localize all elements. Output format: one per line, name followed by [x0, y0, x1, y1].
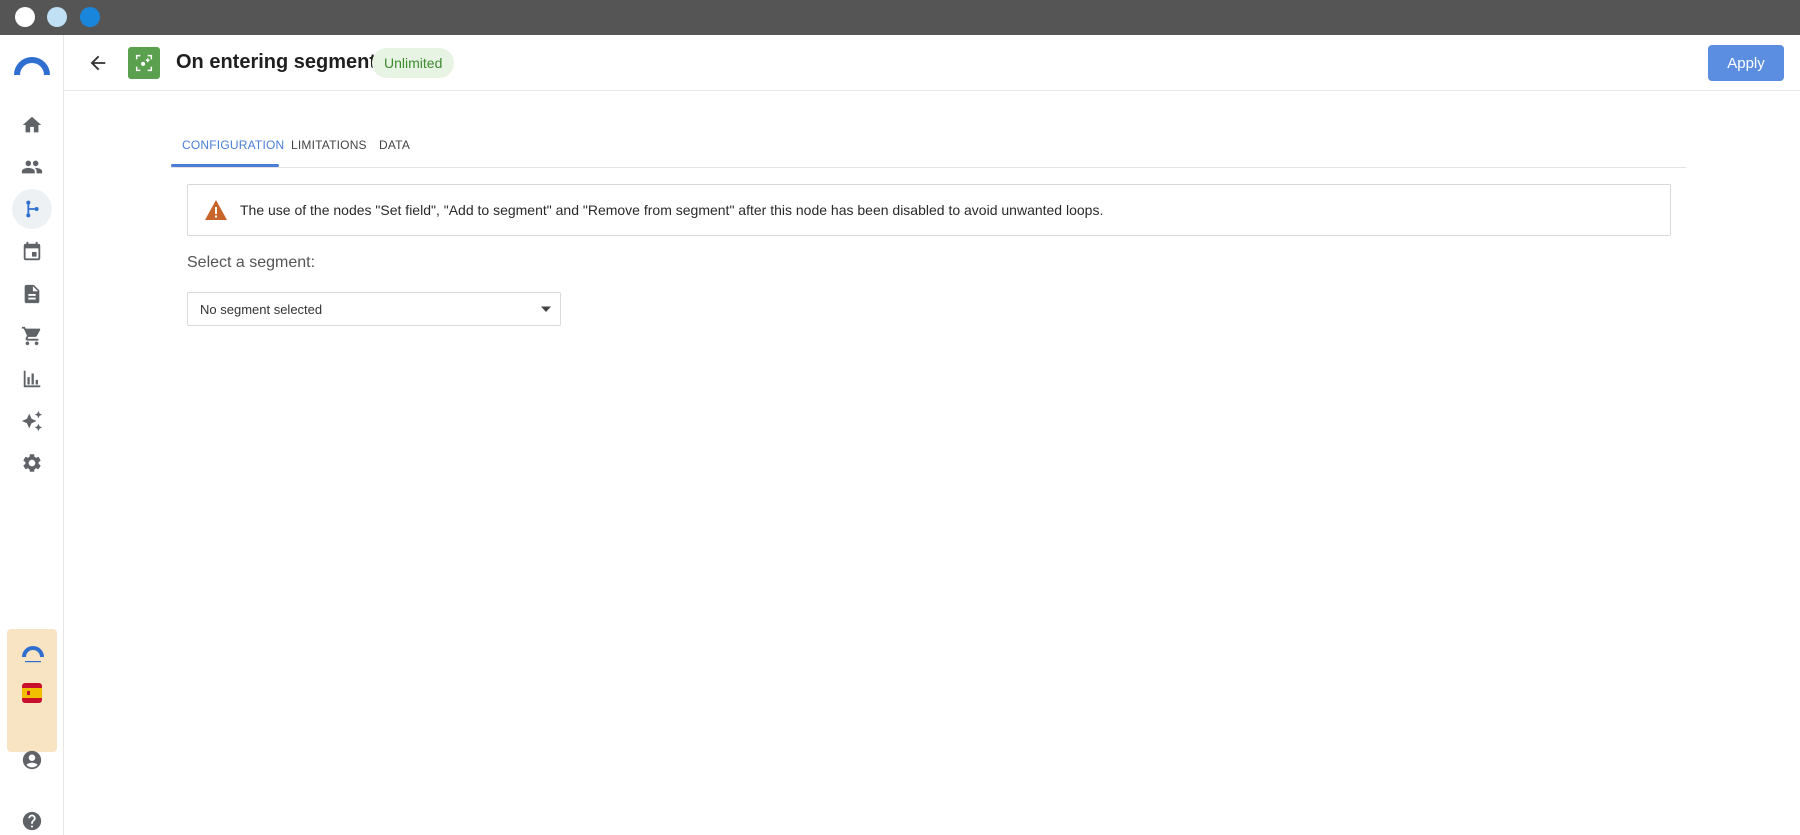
sidebar-item-home[interactable] — [12, 105, 52, 145]
tab-active-indicator — [171, 164, 279, 167]
window-titlebar — [0, 0, 1800, 35]
tab-bar: CONFIGURATION LIMITATIONS DATA — [171, 126, 1686, 168]
sidebar-item-workflows[interactable] — [12, 189, 52, 229]
sidebar-item-ai[interactable] — [12, 401, 52, 441]
tab-data[interactable]: DATA — [379, 138, 410, 152]
branch-icon — [26, 200, 39, 218]
warning-banner: The use of the nodes "Set field", "Add t… — [187, 184, 1671, 236]
sparkle-icon — [21, 410, 43, 432]
warning-text: The use of the nodes "Set field", "Add t… — [240, 202, 1104, 218]
tab-limitations[interactable]: LIMITATIONS — [291, 138, 367, 152]
segment-select-value: No segment selected — [200, 302, 323, 317]
warning-triangle-icon — [205, 200, 227, 220]
sidebar-item-statistics[interactable] — [12, 359, 52, 399]
window-minimize-button[interactable] — [47, 7, 67, 27]
status-badge: Unlimited — [372, 48, 455, 78]
sidebar — [0, 35, 64, 835]
caret-down-icon — [541, 306, 551, 312]
spain-flag-icon[interactable] — [22, 683, 42, 703]
sidebar-item-help[interactable] — [12, 801, 52, 835]
bar-chart-icon — [23, 370, 41, 388]
home-icon — [22, 116, 42, 133]
sidebar-item-shop[interactable] — [12, 316, 52, 356]
window-close-button[interactable] — [15, 7, 35, 27]
segment-select[interactable]: No segment selected — [187, 292, 561, 326]
sidebar-item-contacts[interactable] — [12, 147, 52, 187]
sidebar-item-settings[interactable] — [12, 443, 52, 483]
sidebar-item-account[interactable] — [12, 740, 52, 780]
page-title: On entering segment — [176, 51, 377, 73]
calendar-icon — [23, 241, 41, 261]
page-header: On entering segment Unlimited Apply — [64, 35, 1800, 91]
sidebar-item-calendar[interactable] — [12, 232, 52, 272]
cart-icon — [21, 326, 41, 346]
apply-button[interactable]: Apply — [1708, 45, 1784, 81]
people-icon — [21, 160, 43, 174]
arrow-left-icon — [90, 55, 106, 71]
promo-panel[interactable] — [7, 629, 57, 752]
brand-logo-small-icon — [22, 646, 44, 663]
window-maximize-button[interactable] — [80, 7, 100, 27]
brand-logo-icon[interactable] — [14, 55, 50, 79]
account-circle-icon — [22, 750, 42, 770]
back-button[interactable] — [84, 49, 112, 77]
document-icon — [24, 284, 40, 304]
segment-label: Select a segment: — [187, 254, 316, 271]
segment-target-icon — [128, 47, 160, 79]
tab-configuration[interactable]: CONFIGURATION — [182, 138, 284, 152]
help-circle-icon — [22, 811, 42, 831]
gear-icon — [23, 454, 41, 472]
sidebar-item-documents[interactable] — [12, 274, 52, 314]
